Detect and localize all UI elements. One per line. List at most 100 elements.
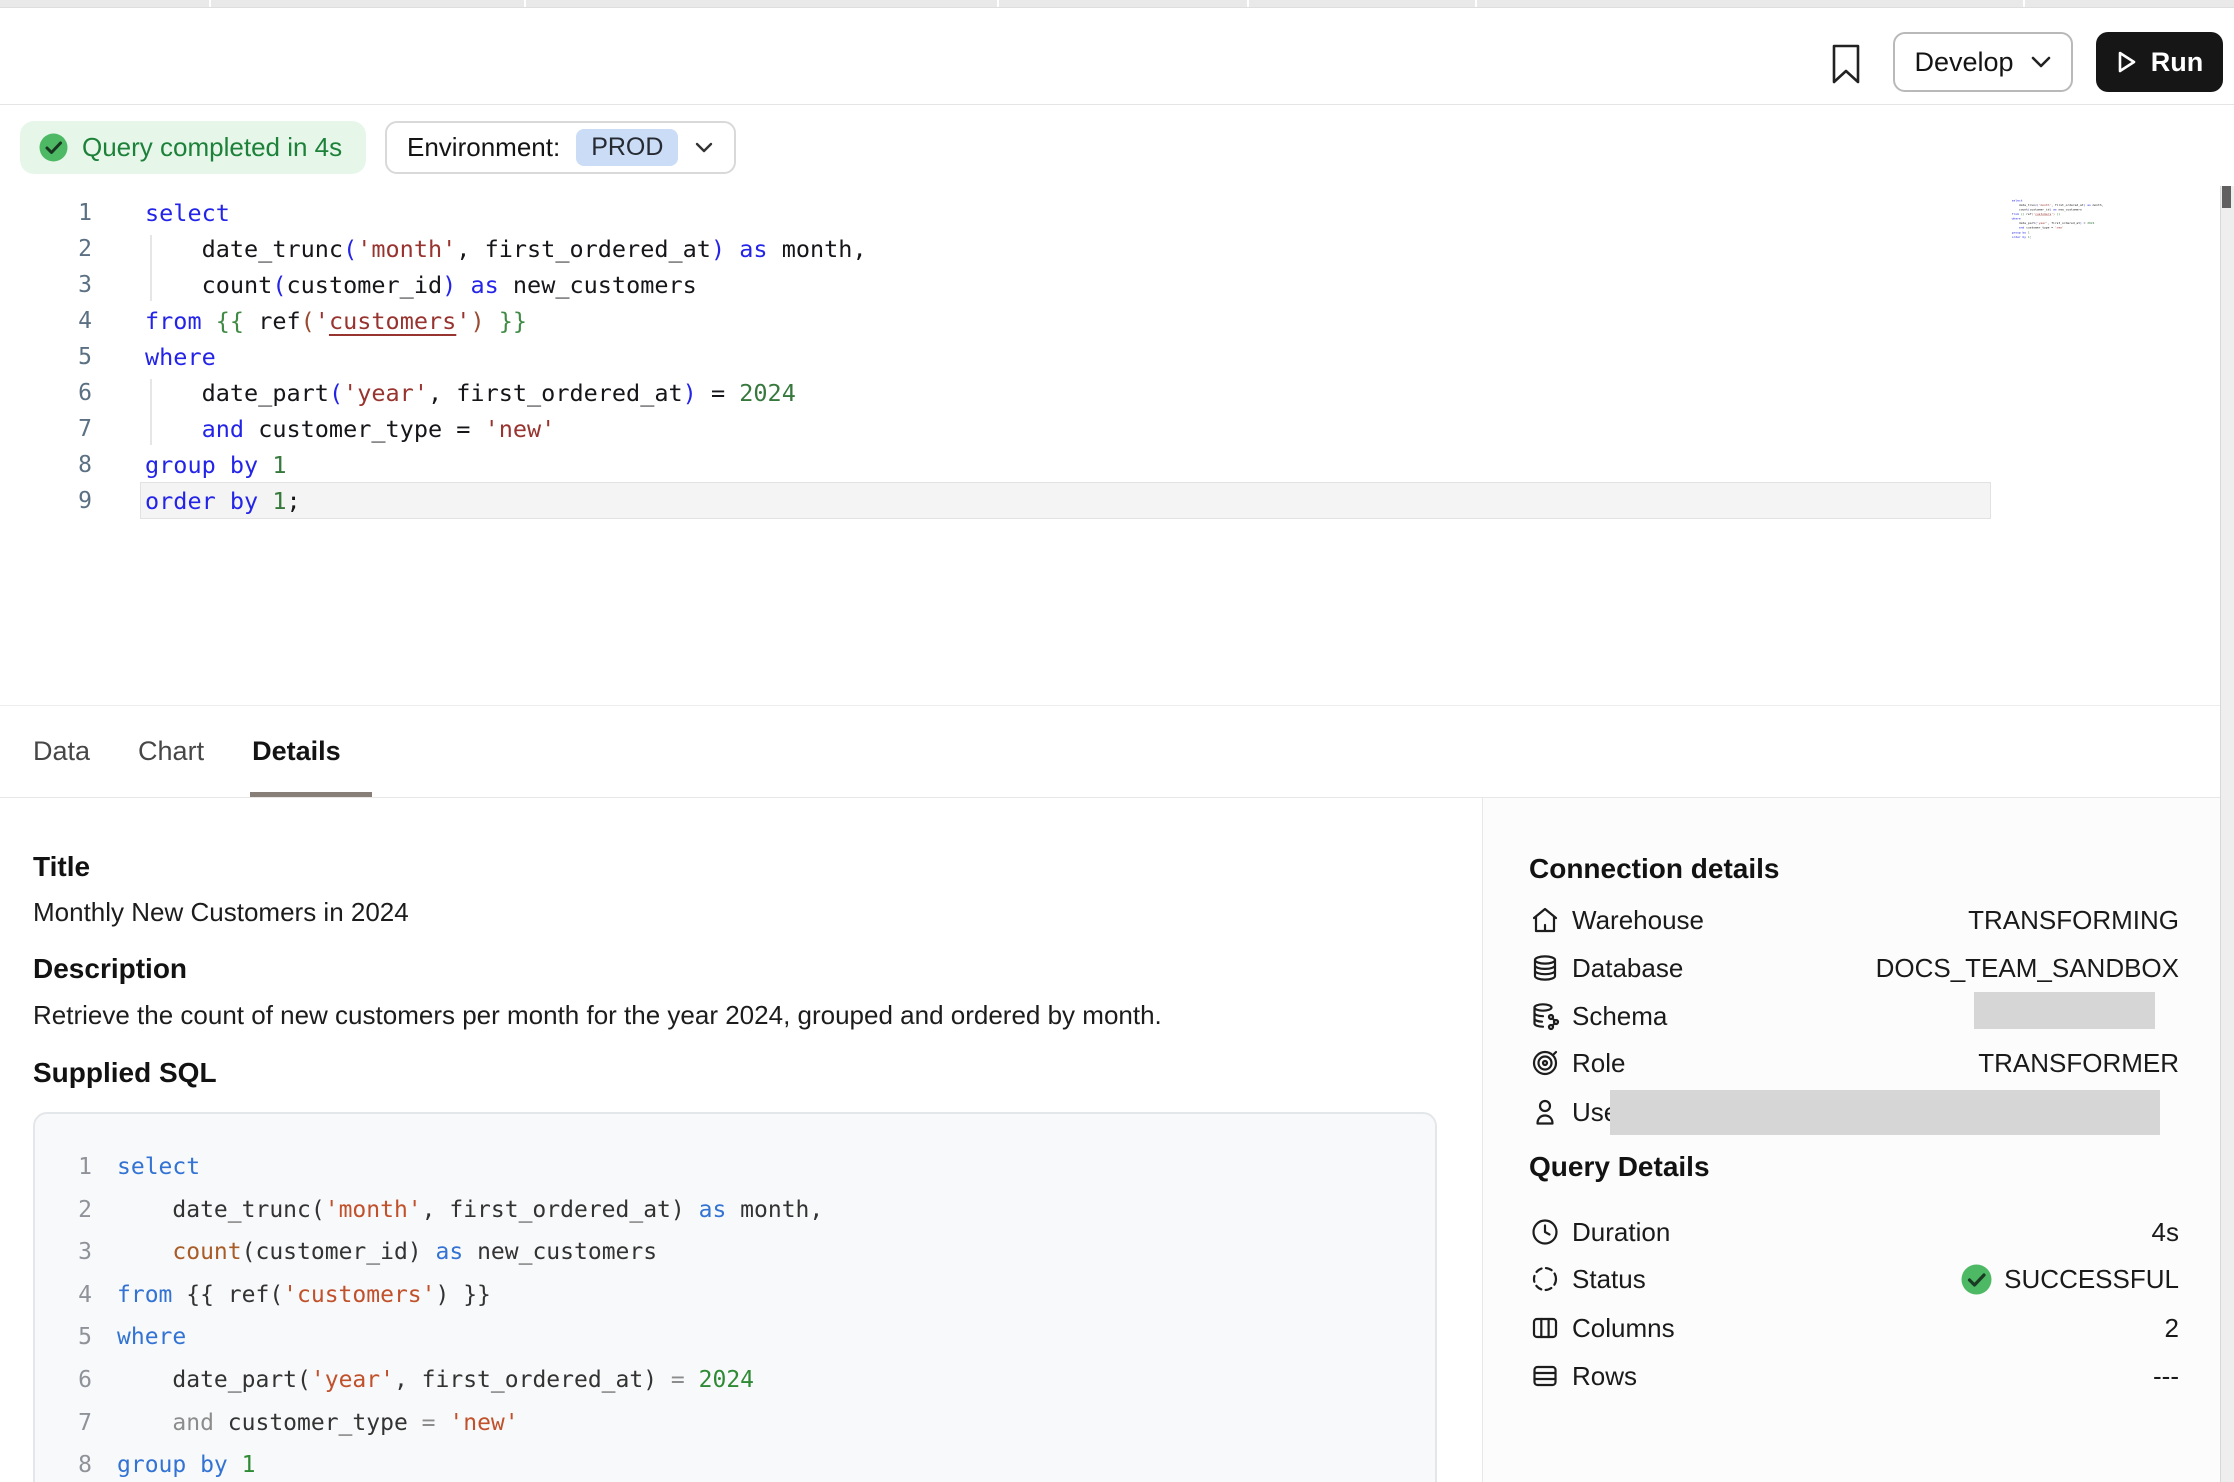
rows-icon xyxy=(1529,1360,1561,1392)
code-line: 1select xyxy=(35,1146,1435,1189)
row-value: TRANSFORMER xyxy=(1978,1048,2179,1079)
user-row: User xyxy=(1529,1088,2179,1136)
develop-button[interactable]: Develop xyxy=(1893,32,2073,92)
code-line: 8group by 1 xyxy=(0,447,2218,483)
line-number: 7 xyxy=(0,411,92,447)
row-label: Rows xyxy=(1572,1361,1637,1392)
row-value: SUCCESSFUL xyxy=(2004,1264,2179,1295)
code-line: 6 date_part('year', first_ordered_at) = … xyxy=(35,1359,1435,1402)
role-row: Role TRANSFORMER xyxy=(1529,1039,2179,1087)
warehouse-row: Warehouse TRANSFORMING xyxy=(1529,896,2179,944)
line-number: 6 xyxy=(35,1359,92,1402)
row-value: TRANSFORMING xyxy=(1968,905,2179,936)
code-line: 3 count(customer_id) as new_customers xyxy=(0,267,2218,303)
app-window: Develop Run Query completed in 4s Enviro… xyxy=(0,0,2234,1482)
line-number: 4 xyxy=(35,1274,92,1317)
sql-editor[interactable]: 1select2 date_trunc('month', first_order… xyxy=(0,195,2218,525)
run-button[interactable]: Run xyxy=(2096,32,2223,92)
line-number: 5 xyxy=(0,339,92,375)
details-side-panel: Connection details Warehouse TRANSFORMING… xyxy=(1482,798,2220,1482)
columns-row: Columns 2 xyxy=(1529,1304,2179,1352)
environment-selector[interactable]: Environment: PROD xyxy=(385,121,736,174)
editor-minimap[interactable]: select date_trunc('month', first_ordered… xyxy=(2005,198,2220,250)
supplied-sql-block: 1select2 date_trunc('month', first_order… xyxy=(33,1112,1437,1482)
row-value: 2 xyxy=(2165,1313,2179,1344)
title-heading: Title xyxy=(33,850,90,884)
line-number: 7 xyxy=(35,1402,92,1445)
status-success-badge: SUCCESSFUL xyxy=(1960,1263,2179,1296)
browser-tab-strip xyxy=(0,0,2234,8)
query-status-pill: Query completed in 4s xyxy=(20,121,366,174)
query-details-heading: Query Details xyxy=(1529,1150,1710,1184)
code-line: 8group by 1 xyxy=(35,1444,1435,1482)
database-row: Database DOCS_TEAM_SANDBOX xyxy=(1529,944,2179,992)
row-label: Schema xyxy=(1572,1001,1667,1032)
user-icon xyxy=(1529,1096,1561,1128)
code-line: 5where xyxy=(0,339,2218,375)
code-line: 5where xyxy=(35,1316,1435,1359)
results-tab-bar: Data Chart Details xyxy=(0,706,2234,797)
title-value: Monthly New Customers in 2024 xyxy=(33,896,409,928)
editor-code[interactable]: 1select2 date_trunc('month', first_order… xyxy=(0,195,2218,519)
description-value: Retrieve the count of new customers per … xyxy=(33,999,1162,1031)
check-circle-icon xyxy=(1960,1263,1993,1296)
bookmark-icon[interactable] xyxy=(1828,41,1868,87)
rows-row: Rows --- xyxy=(1529,1352,2179,1400)
chevron-down-icon xyxy=(2030,55,2052,69)
role-icon xyxy=(1529,1047,1561,1079)
duration-row: Duration4s xyxy=(1529,1208,2179,1256)
duration-icon xyxy=(1529,1216,1561,1248)
line-number: 5 xyxy=(35,1316,92,1359)
line-number: 6 xyxy=(0,375,92,411)
code-line: 7 and customer_type = 'new' xyxy=(0,411,2218,447)
supplied-sql-heading: Supplied SQL xyxy=(33,1056,217,1090)
header: Develop Run xyxy=(0,8,2234,105)
scrollbar-thumb[interactable] xyxy=(2222,186,2231,208)
code-line: 4from {{ ref('customers') }} xyxy=(0,303,2218,339)
line-number: 1 xyxy=(0,195,92,231)
line-number: 2 xyxy=(35,1189,92,1232)
line-number: 4 xyxy=(0,303,92,339)
warehouse-icon xyxy=(1529,904,1561,936)
check-circle-icon xyxy=(38,132,69,163)
play-icon xyxy=(2116,50,2138,74)
row-value: --- xyxy=(2153,1361,2179,1392)
code-line: 6 date_part('year', first_ordered_at) = … xyxy=(0,375,2218,411)
code-line: 4from {{ ref('customers') }} xyxy=(35,1274,1435,1317)
row-label: Columns xyxy=(1572,1313,1675,1344)
row-label: Status xyxy=(1572,1264,1646,1295)
tab-data[interactable]: Data xyxy=(33,736,90,767)
columns-icon xyxy=(1529,1312,1561,1344)
tab-chart[interactable]: Chart xyxy=(138,736,204,767)
row-label: Database xyxy=(1572,953,1683,984)
row-value: 4s xyxy=(2152,1217,2179,1248)
run-button-label: Run xyxy=(2151,47,2203,78)
line-number: 1 xyxy=(35,1146,92,1189)
tab-details[interactable]: Details xyxy=(252,736,341,767)
code-line: 2 date_trunc('month', first_ordered_at) … xyxy=(35,1189,1435,1232)
line-number: 8 xyxy=(35,1444,92,1482)
code-line: 3 count(customer_id) as new_customers xyxy=(35,1231,1435,1274)
row-label: Warehouse xyxy=(1572,905,1704,936)
page-scrollbar[interactable] xyxy=(2220,186,2234,1482)
code-line: order by 1; xyxy=(2005,235,2032,240)
database-icon xyxy=(1529,952,1561,984)
schema-row: Schema xyxy=(1529,992,2179,1040)
code-line: 1select xyxy=(0,195,2218,231)
environment-value-pill: PROD xyxy=(576,129,678,166)
connection-details-heading: Connection details xyxy=(1529,852,1779,886)
code-line: 9order by 1; xyxy=(0,483,2218,519)
chevron-down-icon xyxy=(694,141,714,154)
redacted-value xyxy=(1974,992,2155,1029)
status-icon xyxy=(1529,1263,1561,1295)
environment-label: Environment: xyxy=(407,132,560,163)
line-number: 3 xyxy=(0,267,92,303)
row-label: Role xyxy=(1572,1048,1625,1079)
line-number: 9 xyxy=(0,483,92,519)
line-number: 8 xyxy=(0,447,92,483)
row-value: DOCS_TEAM_SANDBOX xyxy=(1876,953,2179,984)
develop-button-label: Develop xyxy=(1914,47,2013,78)
status-row: Status SUCCESSFUL xyxy=(1529,1255,2179,1303)
line-number: 2 xyxy=(0,231,92,267)
code-line: 7 and customer_type = 'new' xyxy=(35,1402,1435,1445)
